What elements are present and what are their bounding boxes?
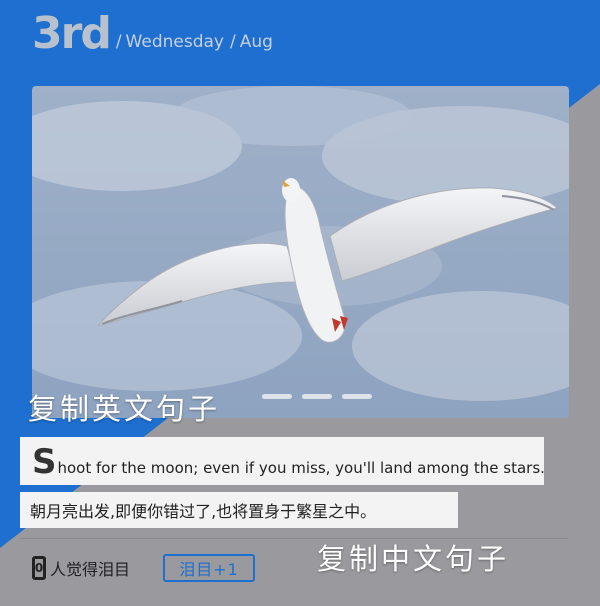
date-separator: / [115, 32, 122, 52]
carousel-dot[interactable] [302, 394, 332, 399]
carousel-dot[interactable] [342, 394, 372, 399]
chinese-quote[interactable]: 朝月亮出发,即便你错过了,也将置身于繁星之中。 [20, 492, 458, 528]
date-separator: / [229, 32, 236, 52]
quote-chinese-text: 朝月亮出发,即便你错过了,也将置身于繁星之中。 [30, 502, 377, 521]
month-label: Aug [239, 32, 273, 52]
quote-english-text: hoot for the moon; even if you miss, you… [57, 459, 545, 477]
seagull-image [32, 86, 569, 418]
quote-drop-cap: S [32, 442, 57, 482]
copy-english-label[interactable]: 复制英文句子 [28, 386, 220, 428]
weekday-label: Wednesday [125, 32, 224, 52]
tear-plus-one-button[interactable]: 泪目+1 [163, 554, 255, 582]
like-count: 0 [32, 556, 46, 580]
english-quote[interactable]: S hoot for the moon; even if you miss, y… [20, 437, 545, 485]
like-counter: 0 人觉得泪目 [32, 556, 130, 580]
copy-chinese-label[interactable]: 复制中文句子 [317, 536, 509, 578]
like-label: 人觉得泪目 [50, 560, 131, 579]
daily-photo[interactable] [32, 86, 569, 418]
day-number: 3rd [32, 8, 112, 59]
carousel-indicator [262, 394, 372, 399]
date-header: 3rd / Wednesday / Aug [32, 10, 273, 58]
carousel-dot[interactable] [262, 394, 292, 399]
